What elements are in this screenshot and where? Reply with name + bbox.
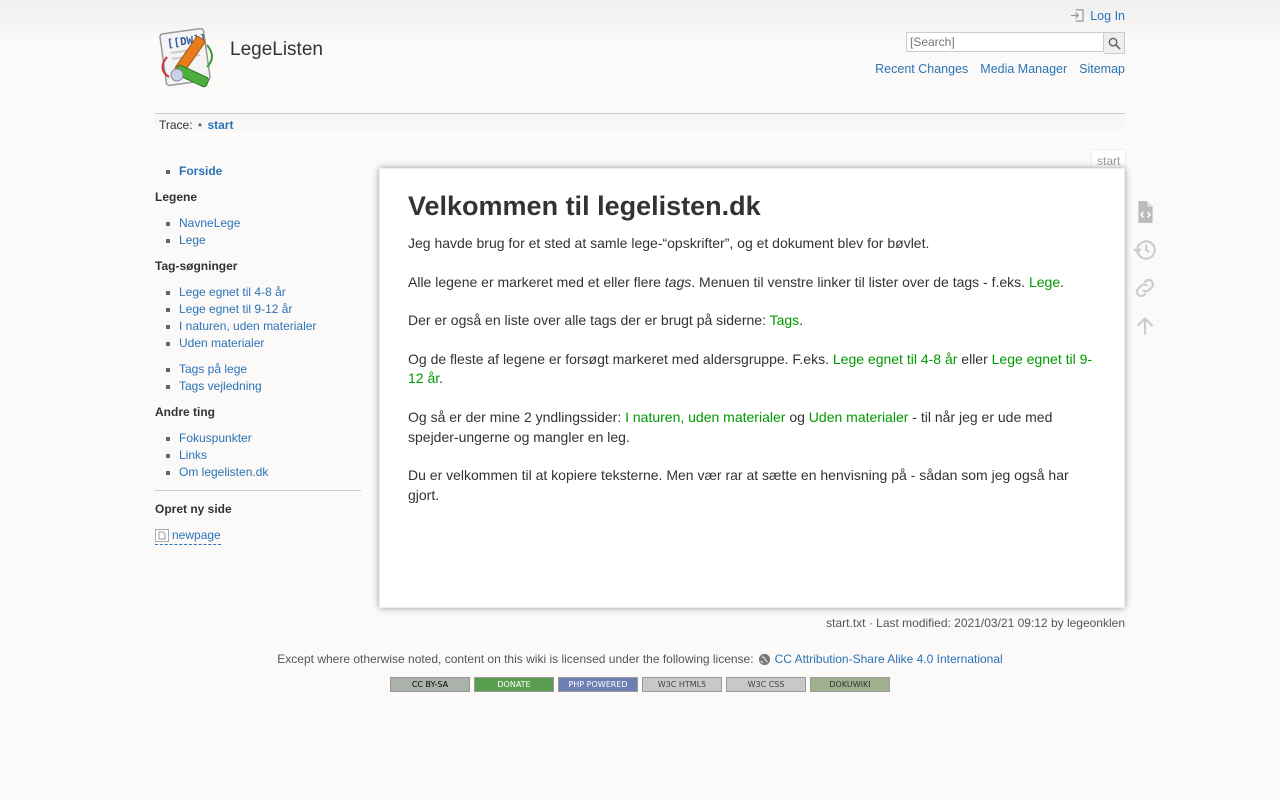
backlinks-button[interactable] <box>1130 274 1160 302</box>
show-source-icon <box>1138 201 1153 223</box>
old-revisions-button[interactable] <box>1130 236 1160 264</box>
site-logo-link[interactable]: [[DW]] <box>155 27 221 93</box>
sidebar-link[interactable]: Forside <box>179 164 222 178</box>
new-page-link[interactable]: newpage <box>155 527 221 545</box>
dokuwiki-badge[interactable]: DOKUWIKI <box>810 677 890 692</box>
search-icon <box>1108 37 1121 50</box>
breadcrumb-label: Trace: <box>159 118 193 132</box>
sidebar-list: Tags på lege Tags vejledning <box>155 361 361 395</box>
sitemap-link[interactable]: Sitemap <box>1079 62 1125 76</box>
w3c-html5-badge[interactable]: W3C HTML5 <box>642 677 722 692</box>
old-revisions-icon <box>1133 240 1156 260</box>
page-content: Velkommen til legelisten.dk Jeg havde br… <box>379 168 1125 608</box>
sidebar-list: NavneLege Lege <box>155 215 361 249</box>
sidebar-link[interactable]: Lege <box>179 233 206 247</box>
nature-link[interactable]: I naturen, uden materialer <box>625 409 785 425</box>
paragraph-tags: Alle legene er markeret med et eller fle… <box>408 273 1065 290</box>
php-powered-badge[interactable]: PHP POWERED <box>558 677 638 692</box>
backlinks-icon <box>1135 278 1155 298</box>
login-icon <box>1071 9 1084 22</box>
paragraph-copy: Du er velkommen til at kopiere teksterne… <box>408 467 1069 503</box>
page-title: Velkommen til legelisten.dk <box>408 191 761 221</box>
sidebar-link[interactable]: NavneLege <box>179 216 240 230</box>
sidebar-list: Fokuspunkter Links Om legelisten.dk <box>155 430 361 481</box>
no-materials-link[interactable]: Uden materialer <box>809 409 909 425</box>
media-manager-link[interactable]: Media Manager <box>980 62 1067 76</box>
new-page-icon <box>155 529 169 542</box>
sidebar-heading: Legene <box>155 190 198 204</box>
globe-icon <box>758 653 770 665</box>
sidebar-link[interactable]: Lege egnet til 4-8 år <box>179 285 286 299</box>
sidebar-list: Lege egnet til 4-8 år Lege egnet til 9-12… <box>155 284 361 352</box>
w3c-css-badge[interactable]: W3C CSS <box>726 677 806 692</box>
sidebar-item: Lege egnet til 4-8 år <box>155 284 361 301</box>
sidebar-item: Links <box>155 447 361 464</box>
paragraph-intro: Jeg havde brug for et sted at samle lege… <box>408 235 930 251</box>
paragraph-all-tags: Der er også en liste over alle tags der … <box>408 312 804 329</box>
back-to-top-button[interactable] <box>1130 312 1160 340</box>
search-button[interactable] <box>1104 32 1125 54</box>
site-title[interactable]: LegeListen <box>230 39 323 61</box>
sidebar-item: NavneLege <box>155 215 361 232</box>
sidebar-item: I naturen, uden materialer <box>155 318 361 335</box>
breadcrumb-current-link[interactable]: start <box>207 118 233 132</box>
sidebar-item: Tags vejledning <box>155 378 361 395</box>
sidebar-link[interactable]: I naturen, uden materialer <box>179 319 316 333</box>
sidebar-link[interactable]: Links <box>179 448 207 462</box>
sidebar-item: Om legelisten.dk <box>155 464 361 481</box>
page-tools <box>1130 198 1160 350</box>
paragraph-favorites: Og så er der mine 2 yndlingssider: I nat… <box>408 408 1053 445</box>
search-input[interactable] <box>906 32 1104 52</box>
breadcrumb-bullet: • <box>197 118 203 132</box>
sidebar-link[interactable]: Fokuspunkter <box>179 431 252 445</box>
sidebar-link[interactable]: Lege egnet til 9-12 år <box>179 302 292 316</box>
sidebar-item: Uden materialer <box>155 335 361 352</box>
sidebar-link[interactable]: Tags på lege <box>179 362 247 376</box>
cc-license-badge[interactable]: CC BY-SA <box>390 677 470 692</box>
sidebar-item: Lege egnet til 9-12 år <box>155 301 361 318</box>
footer-badges: CC BY-SA DONATE PHP POWERED W3C HTML5 W3… <box>155 677 1125 692</box>
age-4-8-link[interactable]: Lege egnet til 4-8 år <box>833 351 958 367</box>
show-source-button[interactable] <box>1130 198 1160 226</box>
lege-link[interactable]: Lege <box>1029 274 1060 290</box>
doc-info: start.txt · Last modified: 2021/03/21 09… <box>826 616 1125 630</box>
sidebar-item: Tags på lege <box>155 361 361 378</box>
new-page-heading: Opret ny side <box>155 502 232 516</box>
sidebar-item: Lege <box>155 232 361 249</box>
back-to-top-icon <box>1136 316 1154 335</box>
paragraph-age: Og de fleste af legene er forsøgt marker… <box>408 350 1093 387</box>
search-form <box>906 32 1125 54</box>
sidebar-sections: Legene NavneLege Lege Tag-søgninger Lege egn… <box>155 189 361 481</box>
sidebar-link[interactable]: Om legelisten.dk <box>179 465 268 479</box>
donate-badge[interactable]: DONATE <box>474 677 554 692</box>
sidebar-item-forside: Forside <box>155 163 361 180</box>
sidebar-divider <box>155 490 361 491</box>
breadcrumb: Trace: • start <box>155 113 1125 135</box>
page-id-tab: start <box>1091 149 1127 169</box>
dokuwiki-logo-icon: [[DW]] <box>159 27 213 88</box>
site-tools: Recent Changes Media Manager Sitemap <box>875 62 1125 76</box>
site-wrapper: [[DW]] LegeListen Log In Recent Changes <box>155 0 1156 800</box>
sidebar-link[interactable]: Tags vejledning <box>179 379 262 393</box>
recent-changes-link[interactable]: Recent Changes <box>875 62 968 76</box>
sidebar-heading: Tag-søgninger <box>155 259 238 273</box>
sidebar-heading: Andre ting <box>155 405 215 419</box>
tags-link[interactable]: Tags <box>770 312 800 328</box>
sidebar: Forside Legene NavneLege Lege Tag-søgninger… <box>155 163 361 547</box>
sidebar-item: Fokuspunkter <box>155 430 361 447</box>
new-page-label: newpage <box>172 528 221 542</box>
license-text: Except where otherwise noted, content on… <box>277 652 754 666</box>
license-info: Except where otherwise noted, content on… <box>155 652 1125 666</box>
license-link[interactable]: CC Attribution-Share Alike 4.0 Internati… <box>775 652 1003 666</box>
login-link[interactable]: Log In <box>1070 8 1125 23</box>
login-label: Log In <box>1090 8 1125 23</box>
sidebar-link[interactable]: Uden materialer <box>179 336 264 350</box>
